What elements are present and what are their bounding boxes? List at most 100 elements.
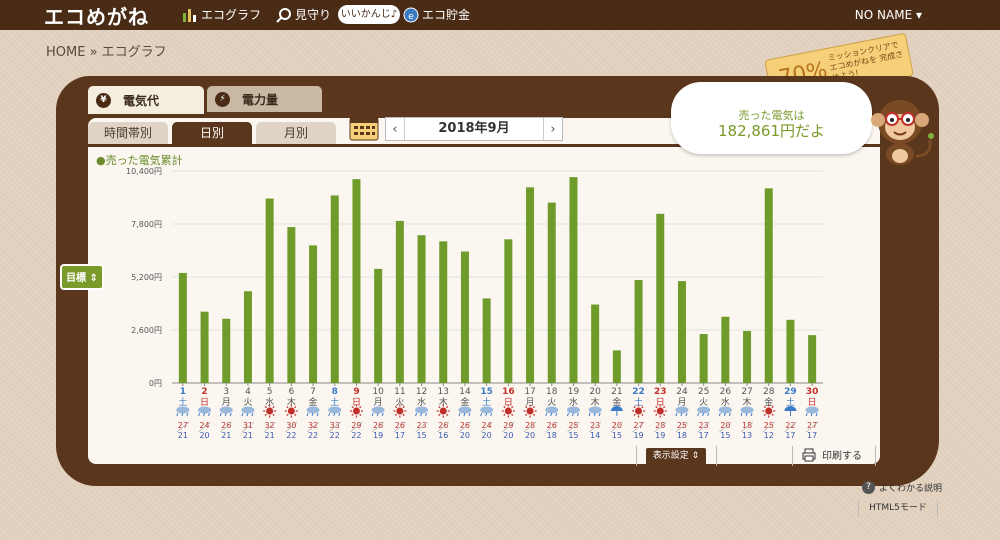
x-day-label: 20 <box>589 387 601 397</box>
temp-high-label: 25 <box>677 421 687 430</box>
bar <box>395 220 404 383</box>
sun-ray <box>264 413 267 417</box>
subtab-daily[interactable]: 日別 <box>172 122 252 144</box>
divider <box>716 446 717 466</box>
cloud-icon <box>306 406 320 414</box>
bar <box>569 177 578 383</box>
subtab-monthly[interactable]: 月別 <box>256 122 336 144</box>
x-day-label: 2 <box>201 387 207 397</box>
x-day-label: 16 <box>502 387 515 397</box>
rain-icon <box>415 412 428 417</box>
tab-label: 電気代 <box>123 93 160 108</box>
yen-icon: ¥ <box>96 92 111 108</box>
user-menu[interactable]: NO NAME ▾ <box>855 8 922 22</box>
prev-month-button[interactable]: ‹ <box>386 122 404 137</box>
x-weekday-label: 月 <box>677 397 686 408</box>
bar <box>526 187 535 383</box>
display-settings-button[interactable]: 表示設定 ⇕ <box>646 448 706 465</box>
temp-high-label: 28 <box>525 421 535 430</box>
x-day-label: 24 <box>676 387 688 397</box>
site-logo[interactable]: エコめがね <box>44 1 149 30</box>
temp-high-label: 26 <box>221 421 231 430</box>
nav-label: エコグラフ <box>201 8 262 22</box>
cloud-icon <box>805 406 819 414</box>
calendar-icon[interactable] <box>349 117 379 141</box>
html5-mode-link[interactable]: HTML5モード <box>858 500 938 517</box>
bar <box>178 272 187 383</box>
rain-icon <box>740 412 753 417</box>
sun-ray <box>272 413 275 417</box>
rain-icon <box>675 412 688 417</box>
x-weekday-label: 土 <box>482 396 491 408</box>
tab-label: 電力量 <box>242 92 279 107</box>
x-day-label: 18 <box>546 387 558 397</box>
temp-low-label: 14 <box>590 431 600 440</box>
temp-low-label: 16 <box>438 431 448 440</box>
temp-low-label: 21 <box>265 431 275 440</box>
next-month-button[interactable]: › <box>544 122 562 137</box>
temp-low-label: 17 <box>785 431 795 440</box>
goal-button[interactable]: 目標 ⇕ <box>60 264 104 290</box>
temp-low-label: 22 <box>330 431 340 440</box>
cloud-icon <box>588 406 602 414</box>
sun-ray <box>402 413 405 417</box>
y-tick-label: 7,800円 <box>131 220 162 229</box>
temp-low-label: 17 <box>807 431 817 440</box>
rain-icon <box>545 412 558 417</box>
sun-icon <box>352 407 360 415</box>
temp-low-label: 20 <box>525 431 535 440</box>
rain-icon <box>241 412 254 417</box>
faq-link[interactable]: ? よくわかる説明 <box>862 481 942 494</box>
lightning-icon: ⚡ <box>215 91 230 107</box>
cloud-icon <box>697 406 711 414</box>
cloud-icon <box>480 406 494 414</box>
cloud-icon <box>371 406 385 414</box>
breadcrumb: HOME » エコグラフ <box>46 45 167 60</box>
temp-high-label: 26 <box>547 421 557 430</box>
sun-ray <box>532 413 536 417</box>
temp-high-label: 20 <box>612 421 622 430</box>
bar <box>309 245 318 383</box>
bar <box>352 179 361 383</box>
rain-icon <box>306 412 319 417</box>
tab-electricity-bill[interactable]: ¥ 電気代 <box>88 86 204 114</box>
temp-low-label: 21 <box>178 431 188 440</box>
cloud-icon <box>415 406 429 414</box>
print-button[interactable]: 印刷する <box>802 447 862 462</box>
temp-high-label: 26 <box>395 421 405 430</box>
x-weekday-label: 土 <box>330 396 339 408</box>
nav-eco-graph[interactable]: エコグラフ <box>182 6 261 23</box>
nav-label: 見守り <box>295 8 332 22</box>
cloud-icon <box>675 406 689 414</box>
x-weekday-label: 月 <box>222 397 231 408</box>
sun-ray <box>359 413 362 417</box>
nav-watch[interactable]: 見守り <box>276 6 331 23</box>
x-day-label: 10 <box>372 387 384 397</box>
nav-eco-savings[interactable]: e エコ貯金 <box>403 6 470 23</box>
y-tick-label: 2,600円 <box>131 326 162 335</box>
temp-high-label: 27 <box>807 421 817 430</box>
magnifier-icon <box>276 7 291 23</box>
bar <box>656 213 665 383</box>
summary-value: 182,861円だよ <box>717 122 826 140</box>
rain-icon <box>371 412 384 417</box>
temp-high-label: 27 <box>633 421 643 430</box>
x-weekday-label: 日 <box>808 397 817 408</box>
bar <box>200 311 209 383</box>
temp-low-label: 20 <box>199 431 209 440</box>
temp-high-label: 31 <box>243 421 253 430</box>
top-bar: エコめがね エコグラフ 見守り いいかんじ♪ e エコ貯金 NO NAME ▾ <box>0 0 1000 30</box>
temp-low-label: 18 <box>547 431 557 440</box>
bar <box>243 291 252 383</box>
rain-icon <box>176 412 189 417</box>
sun-ray <box>525 413 528 417</box>
subtab-hourly[interactable]: 時間帯別 <box>88 122 168 144</box>
x-weekday-label: 水 <box>417 396 426 408</box>
cloud-icon <box>718 406 732 414</box>
tab-power-usage[interactable]: ⚡ 電力量 <box>207 86 322 112</box>
x-day-label: 23 <box>654 387 667 397</box>
temp-high-label: 27 <box>178 421 188 430</box>
bar <box>222 318 231 383</box>
x-weekday-label: 月 <box>374 397 383 408</box>
temp-low-label: 18 <box>677 431 687 440</box>
